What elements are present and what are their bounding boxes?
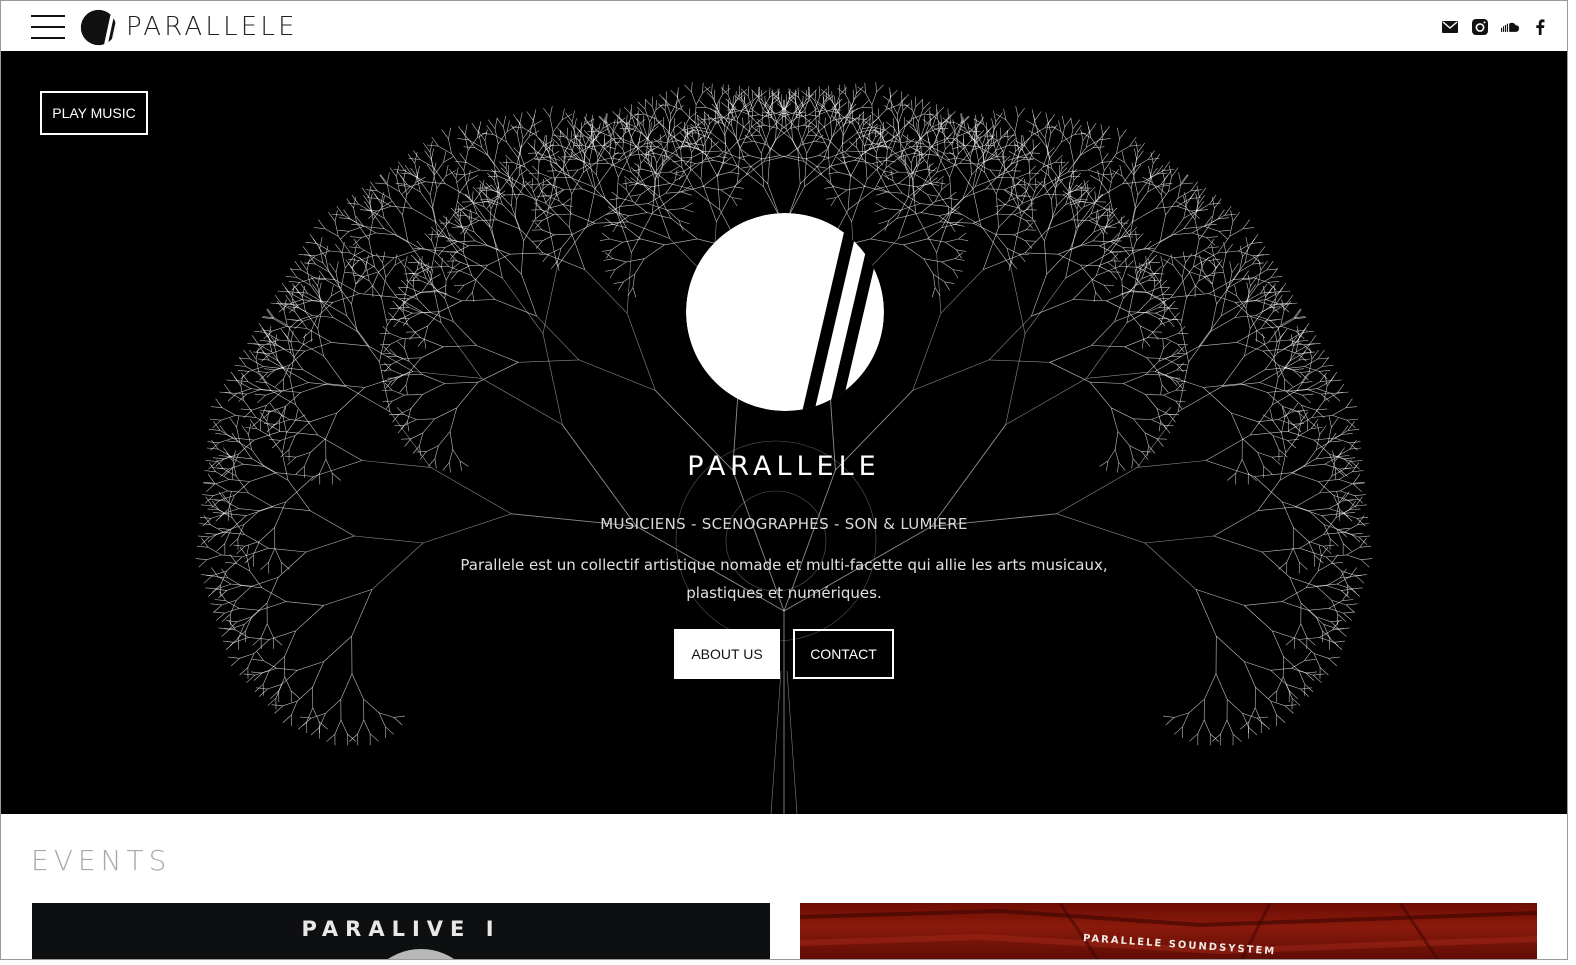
menu-icon[interactable]: [31, 15, 65, 39]
event-card-title: PARALIVE I: [301, 917, 501, 941]
mail-icon[interactable]: [1441, 18, 1459, 36]
hero-logo-icon: [686, 213, 884, 411]
events-heading: EVENTS: [31, 844, 172, 877]
facebook-icon[interactable]: [1531, 18, 1549, 36]
hero-description: Parallele est un collectif artistique no…: [460, 556, 1108, 602]
events-section: EVENTS PARALIVE I PARALLELE SOUNDSYSTEM: [1, 814, 1567, 959]
soundcloud-icon[interactable]: [1501, 18, 1519, 36]
hero-subtitle: MUSICIENS - SCENOGRAPHES - SON & LUMIERE: [600, 515, 968, 533]
fractal-tree-background: [195, 82, 1373, 814]
instagram-icon[interactable]: [1471, 18, 1489, 36]
contact-button[interactable]: CONTACT: [793, 629, 894, 679]
brand-name: PARALLELE: [126, 12, 298, 42]
about-us-button[interactable]: ABOUT US: [674, 629, 780, 679]
parallele-logo-icon: [80, 9, 117, 45]
site-header: PARALLELE: [1, 1, 1567, 51]
hero-section: PLAY MUSIC PARALLELE MUSICIENS - SCENOGR…: [1, 51, 1567, 814]
scrollbar-gutter: [1568, 0, 1576, 965]
hero-title: PARALLELE: [687, 451, 881, 482]
browser-viewport: PARALLELE PLAY MUSIC PARALLELE MUSICIENS…: [0, 0, 1568, 960]
event-card-image: [361, 949, 481, 959]
event-card-soundsystem[interactable]: PARALLELE SOUNDSYSTEM: [800, 903, 1537, 959]
play-music-button[interactable]: PLAY MUSIC: [40, 91, 148, 135]
social-links: [1441, 18, 1549, 36]
event-card-image: [800, 903, 1537, 959]
brand-link[interactable]: PARALLELE: [80, 8, 298, 46]
event-card-paralive[interactable]: PARALIVE I: [32, 903, 770, 959]
